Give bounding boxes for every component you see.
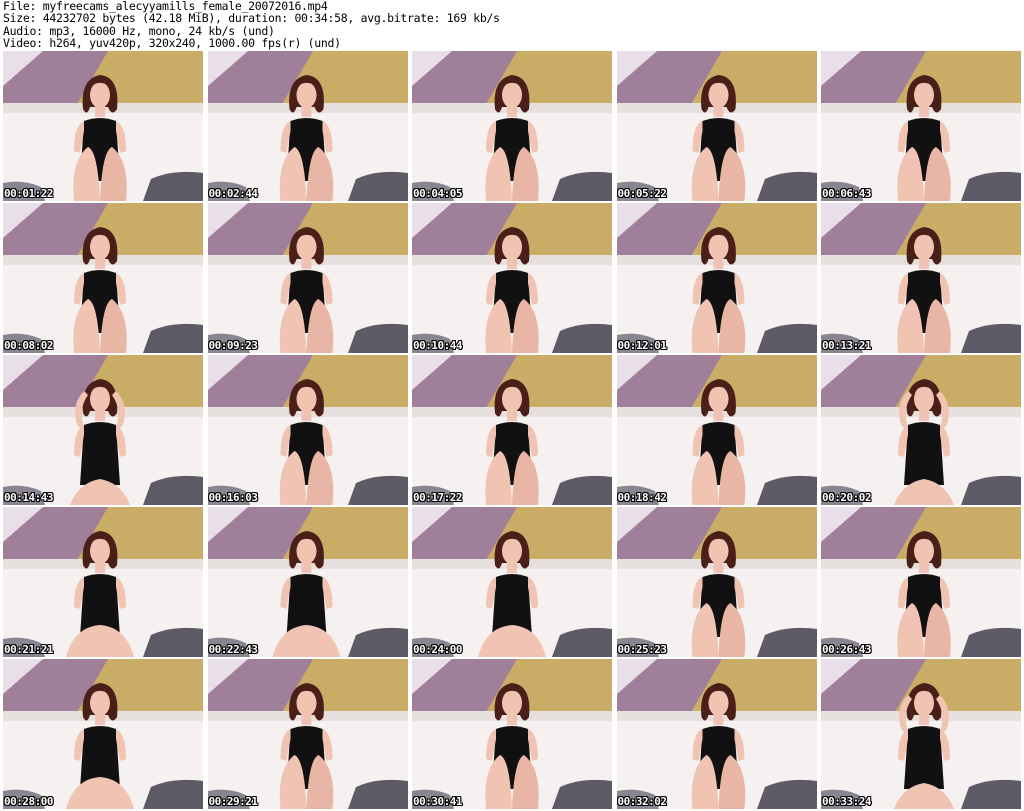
thumbnail-frame-image: [207, 507, 408, 657]
thumbnail-frame-image: [821, 203, 1021, 353]
file-info-header: File: myfreecams_alecyyamills_female_200…: [3, 0, 1021, 50]
video-thumbnail: 00:20:02: [821, 355, 1021, 505]
video-thumbnail: 00:16:03: [207, 355, 408, 505]
thumbnail-frame-image: [616, 355, 817, 505]
thumbnail-timestamp: 00:04:05: [413, 187, 462, 200]
thumbnail-frame-image: [412, 355, 612, 505]
thumbnail-grid: 00:01:22 00:02:44 00:04:05 00:05:22 00:06:43…: [3, 51, 1021, 809]
video-info-line: Video: h264, yuv420p, 320x240, 1000.00 f…: [3, 36, 341, 51]
video-thumbnail: 00:05:22: [616, 51, 817, 201]
thumbnail-frame-image: [616, 507, 817, 657]
thumbnail-frame-image: [207, 355, 408, 505]
video-thumbnail: 00:04:05: [412, 51, 612, 201]
thumbnail-timestamp: 00:06:43: [822, 187, 871, 200]
file-size-line: Size: 44232702 bytes (42.18 MiB), durati…: [3, 11, 500, 26]
video-thumbnail: 00:17:22: [412, 355, 612, 505]
thumbnail-timestamp: 00:16:03: [208, 491, 258, 504]
video-thumbnail: 00:06:43: [821, 51, 1021, 201]
thumbnail-timestamp: 00:32:02: [617, 795, 667, 808]
thumbnail-timestamp: 00:18:42: [617, 491, 667, 504]
thumbnail-frame-image: [821, 355, 1021, 505]
thumbnail-frame-image: [821, 51, 1021, 201]
video-thumbnail: 00:10:44: [412, 203, 612, 353]
thumbnail-frame-image: [412, 507, 612, 657]
thumbnail-timestamp: 00:14:43: [4, 491, 53, 504]
thumbnail-timestamp: 00:25:23: [617, 643, 667, 656]
thumbnail-frame-image: [3, 355, 203, 505]
video-thumbnail: 00:32:02: [616, 659, 817, 809]
video-thumbnail: 00:26:43: [821, 507, 1021, 657]
video-thumbnail: 00:12:01: [616, 203, 817, 353]
thumbnail-timestamp: 00:12:01: [617, 339, 667, 352]
thumbnail-frame-image: [3, 51, 203, 201]
thumbnail-frame-image: [207, 51, 408, 201]
thumbnail-timestamp: 00:13:21: [822, 339, 871, 352]
video-thumbnail: 00:21:21: [3, 507, 203, 657]
video-thumbnail: 00:02:44: [207, 51, 408, 201]
video-thumbnail: 00:09:23: [207, 203, 408, 353]
thumbnail-frame-image: [616, 659, 817, 809]
thumbnail-frame-image: [207, 659, 408, 809]
thumbnail-timestamp: 00:28:00: [4, 795, 53, 808]
thumbnail-timestamp: 00:33:24: [822, 795, 871, 808]
video-thumbnail: 00:08:02: [3, 203, 203, 353]
video-thumbnail: 00:25:23: [616, 507, 817, 657]
thumbnail-timestamp: 00:17:22: [413, 491, 462, 504]
thumbnail-frame-image: [3, 203, 203, 353]
thumbnail-frame-image: [207, 203, 408, 353]
video-thumbnail: 00:24:00: [412, 507, 612, 657]
thumbnail-timestamp: 00:21:21: [4, 643, 53, 656]
thumbnail-timestamp: 00:02:44: [208, 187, 258, 200]
thumbnail-timestamp: 00:30:41: [413, 795, 462, 808]
video-thumbnail: 00:33:24: [821, 659, 1021, 809]
thumbnail-timestamp: 00:01:22: [4, 187, 53, 200]
thumbnail-timestamp: 00:24:00: [413, 643, 462, 656]
video-thumbnail: 00:28:00: [3, 659, 203, 809]
thumbnail-frame-image: [821, 507, 1021, 657]
thumbnail-timestamp: 00:20:02: [822, 491, 871, 504]
thumbnail-frame-image: [616, 203, 817, 353]
thumbnail-timestamp: 00:29:21: [208, 795, 258, 808]
thumbnail-timestamp: 00:08:02: [4, 339, 53, 352]
thumbnail-timestamp: 00:26:43: [822, 643, 871, 656]
video-thumbnail: 00:22:43: [207, 507, 408, 657]
thumbnail-frame-image: [616, 51, 817, 201]
thumbnail-frame-image: [3, 507, 203, 657]
video-thumbnail: 00:01:22: [3, 51, 203, 201]
thumbnail-timestamp: 00:09:23: [208, 339, 258, 352]
video-thumbnail: 00:29:21: [207, 659, 408, 809]
video-thumbnail: 00:13:21: [821, 203, 1021, 353]
thumbnail-frame-image: [821, 659, 1021, 809]
video-thumbnail: 00:30:41: [412, 659, 612, 809]
thumbnail-frame-image: [3, 659, 203, 809]
thumbnail-frame-image: [412, 203, 612, 353]
thumbnail-frame-image: [412, 659, 612, 809]
video-thumbnail: 00:14:43: [3, 355, 203, 505]
thumbnail-timestamp: 00:05:22: [617, 187, 667, 200]
thumbnail-timestamp: 00:22:43: [208, 643, 258, 656]
thumbnail-frame-image: [412, 51, 612, 201]
thumbnail-timestamp: 00:10:44: [413, 339, 462, 352]
video-thumbnail: 00:18:42: [616, 355, 817, 505]
